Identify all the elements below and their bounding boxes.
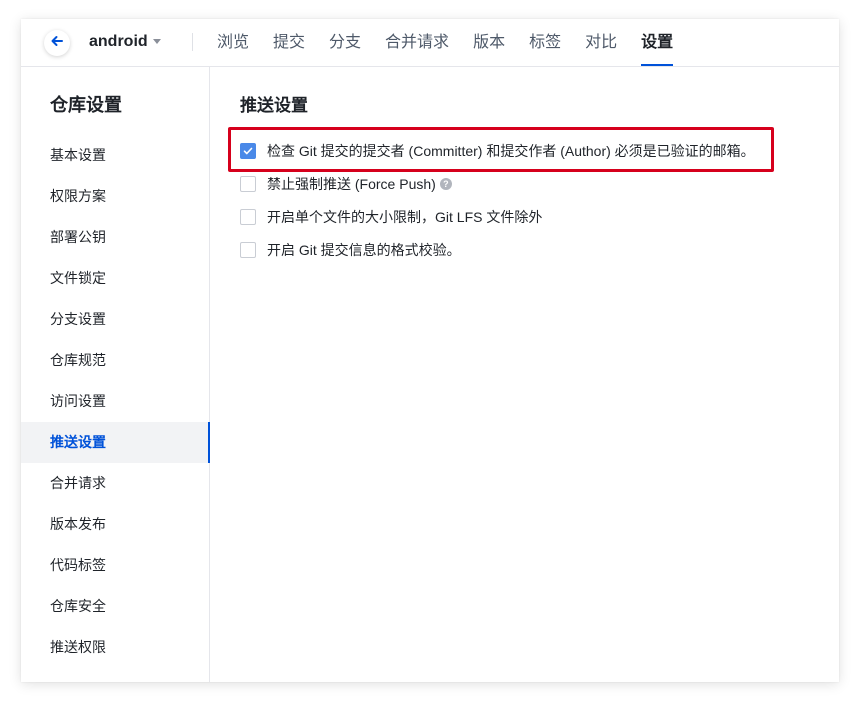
back-button[interactable] [44,30,70,56]
tab-tags[interactable]: 标签 [529,19,561,66]
tab-compare[interactable]: 对比 [585,19,617,66]
force-push-checkbox[interactable] [240,175,256,192]
option-label: 禁止强制推送 (Force Push) [267,175,436,192]
option-disable-force-push[interactable]: 禁止强制推送 (Force Push) ? [240,167,755,200]
sidebar-item-branch-settings[interactable]: 分支设置 [21,299,210,340]
commit-message-checkbox[interactable] [240,241,256,258]
sidebar-item-repo-security[interactable]: 仓库安全 [21,586,210,627]
repo-name[interactable]: android [89,33,148,51]
sidebar-title: 仓库设置 [50,95,122,115]
sidebar-item-basic[interactable]: 基本设置 [21,135,210,176]
tab-versions[interactable]: 版本 [473,19,505,66]
option-label: 检查 Git 提交的提交者 (Committer) 和提交作者 (Author)… [267,142,755,159]
file-size-checkbox[interactable] [240,208,256,225]
help-icon[interactable]: ? [439,177,452,190]
chevron-down-icon[interactable] [153,39,161,44]
top-bar: android 浏览 提交 分支 合并请求 版本 标签 对比 设置 [21,19,839,67]
app-window: android 浏览 提交 分支 合并请求 版本 标签 对比 设置 仓库设置 基… [21,19,839,682]
tab-commits[interactable]: 提交 [273,19,305,66]
push-options: 检查 Git 提交的提交者 (Committer) 和提交作者 (Author)… [240,134,755,266]
arrow-left-icon [50,34,64,53]
sidebar-item-permissions[interactable]: 权限方案 [21,176,210,217]
main-content: 推送设置 检查 Git 提交的提交者 (Committer) 和提交作者 (Au… [210,67,839,682]
sidebar-item-code-tags[interactable]: 代码标签 [21,545,210,586]
check-icon [243,143,253,159]
header-divider [192,33,193,51]
option-commit-message-check[interactable]: 开启 Git 提交信息的格式校验。 [240,233,755,266]
sidebar-item-merge-requests[interactable]: 合并请求 [21,463,210,504]
option-verify-email[interactable]: 检查 Git 提交的提交者 (Committer) 和提交作者 (Author)… [240,134,755,167]
option-file-size-limit[interactable]: 开启单个文件的大小限制，Git LFS 文件除外 [240,200,755,233]
sidebar-item-repo-rules[interactable]: 仓库规范 [21,340,210,381]
tab-browse[interactable]: 浏览 [217,19,249,66]
sidebar-item-deploy-keys[interactable]: 部署公钥 [21,217,210,258]
page-title: 推送设置 [240,96,308,115]
sidebar-item-push-settings[interactable]: 推送设置 [21,422,210,463]
sidebar-menu: 基本设置 权限方案 部署公钥 文件锁定 分支设置 仓库规范 访问设置 推送设置 … [21,135,210,668]
option-label: 开启单个文件的大小限制，Git LFS 文件除外 [267,208,543,225]
settings-sidebar: 仓库设置 基本设置 权限方案 部署公钥 文件锁定 分支设置 仓库规范 访问设置 … [21,67,210,682]
sidebar-item-file-lock[interactable]: 文件锁定 [21,258,210,299]
option-label: 开启 Git 提交信息的格式校验。 [267,241,461,258]
tab-merge-requests[interactable]: 合并请求 [385,19,449,66]
repo-nav: 浏览 提交 分支 合并请求 版本 标签 对比 设置 [217,19,697,66]
sidebar-item-releases[interactable]: 版本发布 [21,504,210,545]
tab-branches[interactable]: 分支 [329,19,361,66]
tab-settings[interactable]: 设置 [641,19,674,66]
sidebar-item-access[interactable]: 访问设置 [21,381,210,422]
verify-email-checkbox[interactable] [240,142,256,159]
sidebar-item-push-permissions[interactable]: 推送权限 [21,627,210,668]
